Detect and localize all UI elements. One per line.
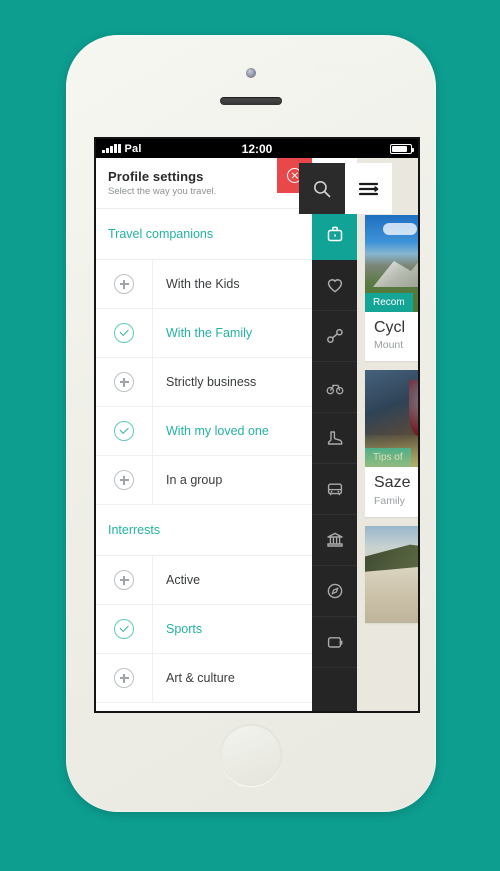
card-subtitle: Mount [374, 339, 404, 352]
earpiece-speaker [220, 97, 282, 105]
check-circle-icon [114, 421, 134, 441]
rail-item-boot[interactable] [312, 413, 357, 464]
content-card[interactable]: Tips of Saze Family [365, 370, 418, 517]
front-camera-icon [246, 68, 256, 78]
plus-circle-icon [114, 470, 134, 490]
phone-top-nub [318, 62, 378, 74]
option-label: With my loved one [166, 424, 269, 438]
settings-pane: Profile settings Select the way you trav… [96, 158, 312, 711]
option-row[interactable]: With my loved one [96, 407, 312, 456]
wallet-icon [327, 637, 342, 648]
menu-button[interactable] [345, 163, 392, 214]
option-toggle[interactable] [96, 605, 153, 653]
card-badge: Recom [365, 293, 413, 312]
option-row[interactable]: With the Kids [96, 260, 312, 309]
card-body: Saze Family [365, 467, 418, 516]
rail-item-compass[interactable] [312, 566, 357, 617]
plus-circle-icon [114, 570, 134, 590]
option-row[interactable]: Strictly business [96, 358, 312, 407]
option-row[interactable]: Active [96, 556, 312, 605]
plus-circle-icon [114, 372, 134, 392]
option-row[interactable]: Art & culture [96, 654, 312, 703]
rail-item-suitcase[interactable] [312, 209, 357, 260]
suitcase-icon [327, 226, 342, 242]
card-photo-wine: Tips of [365, 370, 418, 468]
option-label: Sports [166, 622, 203, 636]
option-row[interactable]: With the Family [96, 309, 312, 358]
card-title: Saze [374, 474, 411, 492]
option-row[interactable]: Sports [96, 605, 312, 654]
screen-header: Profile settings Select the way you trav… [96, 158, 312, 209]
rail-item-bus[interactable] [312, 464, 357, 515]
heart-icon [327, 279, 342, 293]
rail-item-heart[interactable] [312, 260, 357, 311]
plus-circle-icon [114, 668, 134, 688]
card-subtitle: Family [374, 494, 405, 507]
option-label: Strictly business [166, 375, 257, 389]
option-label: With the Family [166, 326, 253, 340]
cards-list: Recom Cycl Mount Tips of Saze Family [357, 209, 418, 632]
option-label: In a group [166, 473, 223, 487]
content-card[interactable]: Recom Cycl Mount [365, 215, 418, 362]
card-photo-mountain: Recom [365, 215, 418, 312]
option-toggle[interactable] [96, 556, 153, 604]
rail-item-network[interactable] [312, 311, 357, 362]
rail-item-museum[interactable] [312, 515, 357, 566]
check-circle-icon [114, 323, 134, 343]
compass-icon [327, 583, 342, 599]
app-body: Profile settings Select the way you trav… [96, 158, 418, 711]
plus-circle-icon [114, 274, 134, 294]
search-button[interactable] [299, 163, 345, 214]
menu-icon [358, 182, 378, 195]
option-label: With the Kids [166, 277, 240, 291]
phone-screen: Pal 12:00 Profile settings Select the wa… [94, 137, 420, 713]
card-badge: Tips of [365, 448, 411, 468]
bus-icon [327, 483, 342, 496]
content-strip: Recom Cycl Mount Tips of Saze Family [357, 158, 418, 711]
option-toggle[interactable] [96, 309, 153, 357]
section-header-travel-companions: Travel companions [96, 209, 312, 260]
section-header-interrests: Interrests [96, 505, 312, 556]
network-icon [326, 328, 343, 343]
option-toggle[interactable] [96, 407, 153, 455]
bicycle-icon [326, 384, 343, 395]
status-bar: Pal 12:00 [96, 139, 418, 158]
battery-icon [390, 143, 414, 154]
card-body: Cycl Mount [365, 312, 418, 361]
option-row[interactable]: In a group [96, 456, 312, 505]
options-list: Travel companions With the Kids With the F… [96, 209, 312, 703]
page-title: Profile settings [108, 168, 204, 184]
option-toggle[interactable] [96, 358, 153, 406]
option-label: Art & culture [166, 671, 235, 685]
option-toggle[interactable] [96, 260, 153, 308]
search-icon [313, 180, 331, 197]
check-circle-icon [114, 619, 134, 639]
option-toggle[interactable] [96, 456, 153, 504]
page-subtitle: Select the way you travel. [108, 186, 217, 198]
category-icon-rail [312, 158, 357, 711]
rail-item-wallet[interactable] [312, 617, 357, 668]
status-bar-clock: 12:00 [241, 141, 273, 156]
option-toggle[interactable] [96, 654, 153, 702]
rail-item-bicycle[interactable] [312, 362, 357, 413]
card-title: Cycl [374, 319, 406, 336]
boot-icon [327, 431, 342, 445]
content-card[interactable] [365, 525, 418, 623]
phone-device: Pal 12:00 Profile settings Select the wa… [66, 35, 436, 812]
museum-icon [326, 532, 343, 547]
option-label: Active [166, 573, 201, 587]
card-photo-beach [365, 525, 418, 623]
home-button[interactable] [220, 724, 282, 786]
header-text: Profile settings Select the way you trav… [108, 169, 216, 198]
